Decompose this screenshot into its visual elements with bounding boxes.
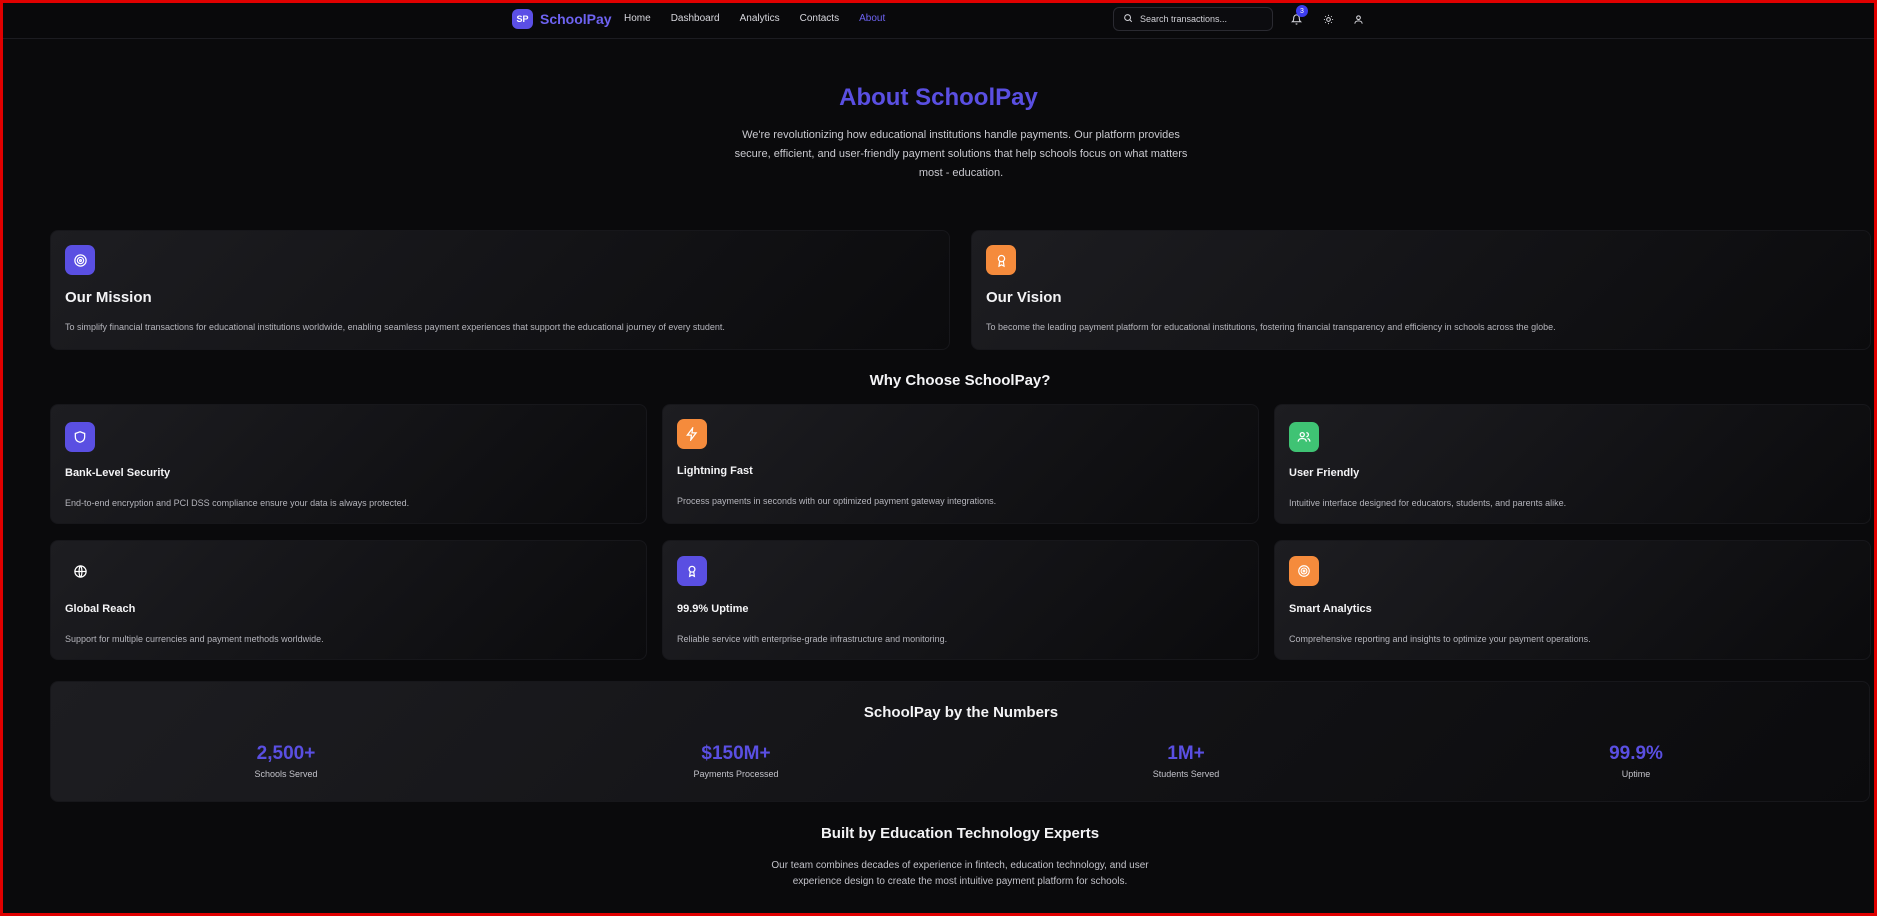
stat-label: Students Served: [1152, 769, 1220, 779]
theme-toggle-button[interactable]: [1321, 12, 1335, 26]
page-title: About SchoolPay: [839, 84, 1038, 111]
users-icon: [1297, 431, 1311, 442]
target-icon: [73, 253, 87, 267]
stat-label: Schools Served: [254, 769, 318, 779]
why-choose-title: Why Choose SchoolPay?: [869, 372, 1051, 389]
feature-card: Bank-Level Security End-to-end encryptio…: [50, 404, 647, 524]
notification-count-badge: 3: [1296, 5, 1308, 17]
stat-item: 2,500+ Schools Served: [186, 743, 386, 779]
nav-link-contacts[interactable]: Contacts: [800, 13, 839, 24]
user-icon: [1353, 14, 1363, 24]
award-icon: [997, 254, 1005, 267]
stat-item: 99.9% Uptime: [1536, 743, 1736, 779]
stat-label: Payments Processed: [693, 769, 779, 779]
lightning-icon: [686, 427, 698, 441]
feature-text: Reliable service with enterprise-grade i…: [677, 634, 948, 644]
feature-text: Comprehensive reporting and insights to …: [1289, 634, 1591, 644]
feature-title: Lightning Fast: [677, 465, 753, 477]
mission-text: To simplify financial transactions for e…: [65, 322, 725, 332]
search-box[interactable]: [1113, 7, 1273, 31]
shield-icon: [74, 431, 86, 443]
feature-icon-box: [677, 419, 707, 449]
feature-text: Support for multiple currencies and paym…: [65, 634, 324, 644]
feature-icon-box: [677, 556, 707, 586]
feature-card: Lightning Fast Process payments in secon…: [662, 404, 1259, 524]
nav-links: Home Dashboard Analytics Contacts About: [624, 13, 885, 24]
sun-icon: [1323, 14, 1333, 24]
stat-item: 1M+ Students Served: [1086, 743, 1286, 779]
vision-icon-box: [986, 245, 1016, 275]
mission-card: Our Mission To simplify financial transa…: [50, 230, 950, 350]
feature-icon-box: [65, 556, 95, 586]
stat-value: 99.9%: [1609, 743, 1663, 764]
feature-card: Global Reach Support for multiple curren…: [50, 540, 647, 660]
feature-icon-box: [65, 422, 95, 452]
logo[interactable]: SP SchoolPay: [512, 9, 612, 29]
stat-value: $150M+: [701, 743, 771, 764]
feature-title: User Friendly: [1289, 467, 1360, 479]
nav-link-home[interactable]: Home: [624, 13, 651, 24]
logo-text: SchoolPay: [540, 11, 612, 27]
top-nav: SP SchoolPay Home Dashboard Analytics Co…: [0, 0, 1877, 39]
feature-title: Smart Analytics: [1289, 603, 1372, 615]
search-icon: [1123, 10, 1133, 28]
vision-text: To become the leading payment platform f…: [986, 322, 1556, 332]
feature-icon-box: [1289, 422, 1319, 452]
nav-link-about[interactable]: About: [859, 13, 885, 24]
feature-title: Global Reach: [65, 603, 136, 615]
page-description: We're revolutionizing how educational in…: [734, 129, 1188, 179]
mission-title: Our Mission: [65, 289, 152, 306]
profile-button[interactable]: [1351, 12, 1365, 26]
nav-link-dashboard[interactable]: Dashboard: [671, 13, 720, 24]
feature-card: Smart Analytics Comprehensive reporting …: [1274, 540, 1871, 660]
feature-text: Intuitive interface designed for educato…: [1289, 498, 1567, 508]
mission-icon-box: [65, 245, 95, 275]
feature-icon-box: [1289, 556, 1319, 586]
stat-value: 2,500+: [256, 743, 316, 764]
globe-icon: [73, 564, 87, 578]
numbers-card: SchoolPay by the Numbers 2,500+ Schools …: [50, 681, 1870, 802]
nav-link-analytics[interactable]: Analytics: [740, 13, 780, 24]
feature-card: User Friendly Intuitive interface design…: [1274, 404, 1871, 524]
stat-label: Uptime: [1621, 769, 1651, 779]
stat-value: 1M+: [1167, 743, 1205, 764]
team-description: Our team combines decades of experience …: [771, 860, 1149, 887]
vision-title: Our Vision: [986, 289, 1062, 306]
feature-title: Bank-Level Security: [65, 467, 171, 479]
logo-badge: SP: [512, 9, 533, 29]
stat-item: $150M+ Payments Processed: [636, 743, 836, 779]
feature-text: Process payments in seconds with our opt…: [677, 496, 997, 506]
feature-card: 99.9% Uptime Reliable service with enter…: [662, 540, 1259, 660]
feature-text: End-to-end encryption and PCI DSS compli…: [65, 498, 410, 508]
team-title: Built by Education Technology Experts: [820, 825, 1100, 842]
award-icon: [688, 565, 696, 578]
feature-title: 99.9% Uptime: [677, 603, 749, 615]
search-input[interactable]: [1140, 14, 1270, 24]
numbers-title: SchoolPay by the Numbers: [863, 704, 1059, 721]
target-icon: [1298, 565, 1310, 577]
vision-card: Our Vision To become the leading payment…: [971, 230, 1871, 350]
